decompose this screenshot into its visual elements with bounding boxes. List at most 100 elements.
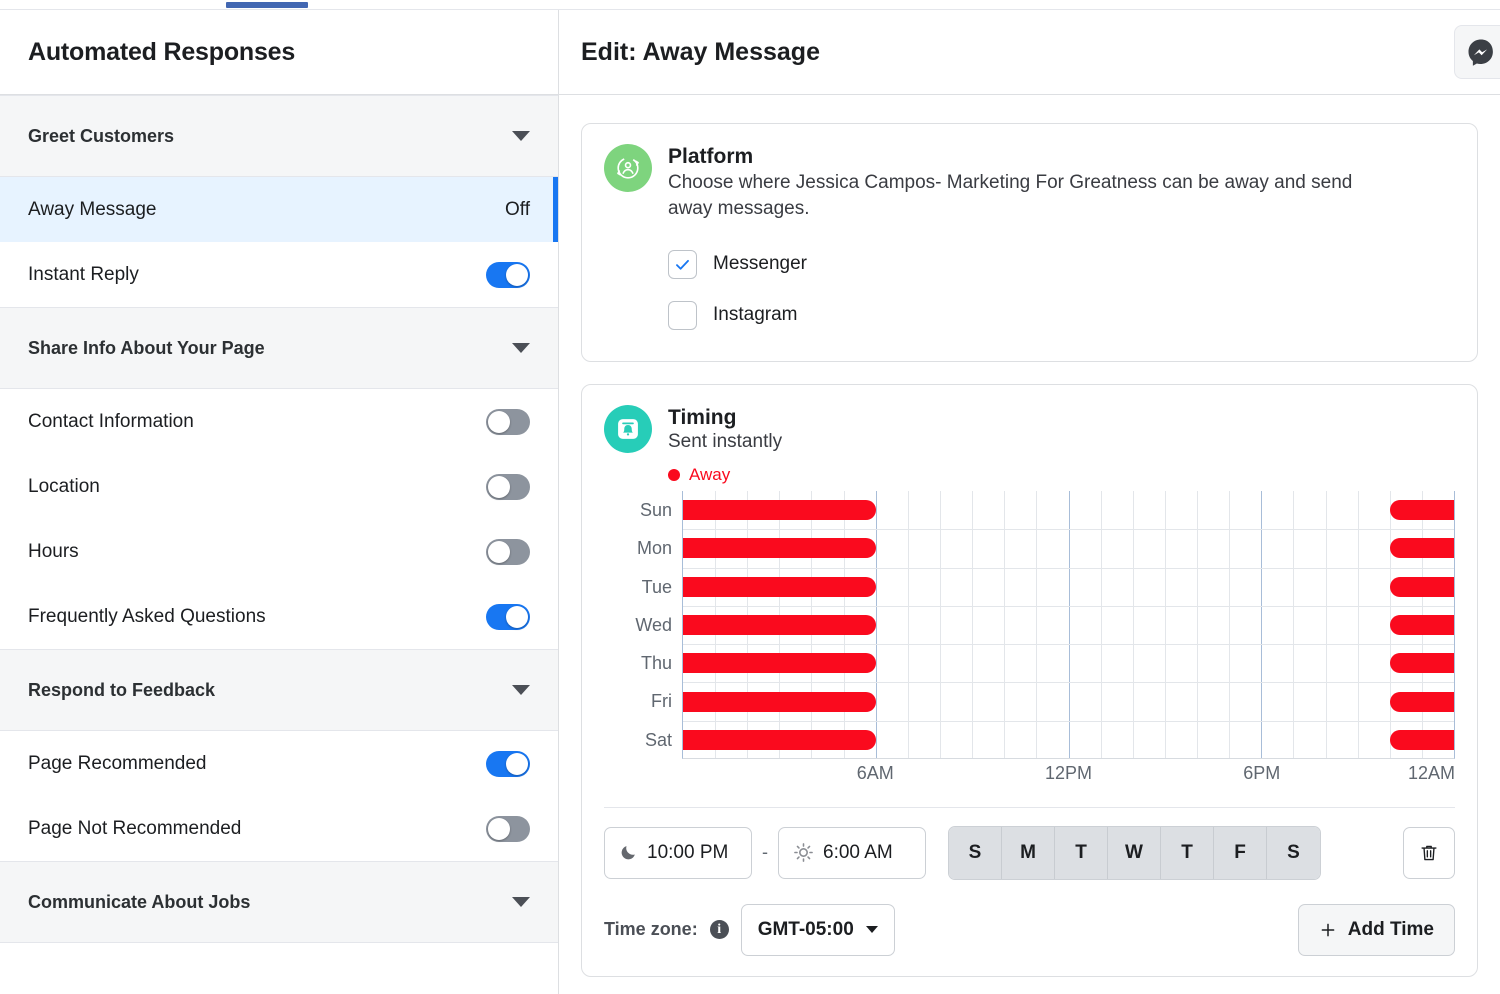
sidebar-item-label: Page Recommended (28, 753, 207, 775)
main-panel: Edit: Away Message (559, 0, 1500, 994)
chart-gridline-vertical (876, 491, 877, 758)
chart-day-label: Fri (614, 692, 672, 710)
sidebar-sections: Greet Customers Away MessageOffInstant Re… (0, 95, 558, 943)
chart-gridline-vertical (1004, 491, 1005, 758)
platform-option-instagram[interactable]: Instagram (668, 290, 1455, 341)
chart-x-tick-label: 6AM (857, 763, 894, 784)
sidebar-item-hours[interactable]: Hours (0, 519, 558, 584)
chart-gridline-vertical (1326, 491, 1327, 758)
sidebar-item-toggle[interactable] (486, 262, 530, 288)
sidebar-item-label: Contact Information (28, 411, 194, 433)
sidebar-item-page-not-recommended[interactable]: Page Not Recommended (0, 796, 558, 861)
chart-bar (683, 577, 876, 597)
chevron-down-icon (512, 685, 530, 695)
sidebar-item-away-message[interactable]: Away MessageOff (0, 177, 558, 242)
chevron-down-icon (512, 343, 530, 353)
day-button-wednesday[interactable]: W (1108, 827, 1161, 879)
toggle-knob (506, 753, 528, 775)
day-button-monday[interactable]: M (1002, 827, 1055, 879)
main-header: Edit: Away Message (559, 10, 1500, 95)
chart-gridline-vertical (940, 491, 941, 758)
trash-icon (1418, 842, 1440, 864)
platform-option-label: Messenger (713, 253, 807, 275)
timezone-value: GMT-05:00 (758, 919, 854, 941)
chart-x-tick-label: 6PM (1243, 763, 1280, 784)
sidebar-item-label: Hours (28, 541, 79, 563)
timezone-select[interactable]: GMT-05:00 (741, 904, 895, 956)
platform-checkbox[interactable] (668, 250, 697, 279)
platform-option-label: Instagram (713, 304, 797, 326)
chart-gridline-vertical (972, 491, 973, 758)
chart-gridline-vertical (1293, 491, 1294, 758)
sidebar-section-header[interactable]: Share Info About Your Page (0, 307, 558, 389)
sidebar-section-title: Respond to Feedback (28, 680, 215, 701)
toggle-knob (488, 818, 510, 840)
info-icon[interactable]: i (710, 920, 729, 939)
chart-gridline-vertical (1197, 491, 1198, 758)
time-range-separator: - (752, 842, 778, 863)
away-schedule-chart: SunMonTueWedThuFriSat 6AM12PM6PM12AM (614, 491, 1455, 791)
chart-gridline-vertical (1036, 491, 1037, 758)
messenger-icon-button[interactable] (1454, 25, 1500, 79)
chart-gridline-vertical (1165, 491, 1166, 758)
delete-time-button[interactable] (1403, 827, 1455, 879)
sidebar-item-status: Off (505, 199, 530, 221)
chart-plot-area (682, 491, 1455, 759)
chart-legend: Away (668, 465, 1455, 485)
chevron-down-icon (866, 926, 878, 933)
chart-gridline-vertical (1358, 491, 1359, 758)
top-tab-strip (0, 0, 1500, 10)
day-button-sunday[interactable]: S (949, 827, 1002, 879)
day-button-thursday[interactable]: T (1161, 827, 1214, 879)
day-button-friday[interactable]: F (1214, 827, 1267, 879)
toggle-knob (506, 264, 528, 286)
end-time-field[interactable]: 6:00 AM (778, 827, 926, 879)
sidebar-item-toggle[interactable] (486, 409, 530, 435)
chart-bar (683, 692, 876, 712)
chart-bar (1390, 538, 1454, 558)
day-button-saturday[interactable]: S (1267, 827, 1320, 879)
sidebar-item-page-recommended[interactable]: Page Recommended (0, 731, 558, 796)
page-title: Automated Responses (28, 38, 295, 67)
chart-gridline-horizontal (683, 606, 1454, 607)
sidebar-item-toggle[interactable] (486, 816, 530, 842)
chart-gridline-horizontal (683, 721, 1454, 722)
end-time-value: 6:00 AM (823, 842, 893, 864)
bell-icon (604, 405, 652, 453)
sidebar-item-label: Frequently Asked Questions (28, 606, 266, 628)
chevron-down-icon (512, 131, 530, 141)
add-time-button[interactable]: Add Time (1298, 904, 1455, 956)
sidebar-section-header[interactable]: Communicate About Jobs (0, 861, 558, 943)
add-time-label: Add Time (1348, 919, 1434, 941)
plus-icon (1319, 921, 1337, 939)
platform-checkbox[interactable] (668, 301, 697, 330)
day-button-tuesday[interactable]: T (1055, 827, 1108, 879)
sidebar-item-toggle[interactable] (486, 751, 530, 777)
sidebar-item-toggle[interactable] (486, 539, 530, 565)
active-tab-indicator[interactable] (226, 2, 308, 8)
sidebar-section-header[interactable]: Greet Customers (0, 95, 558, 177)
sidebar-item-toggle[interactable] (486, 474, 530, 500)
chart-x-tick-label: 12PM (1045, 763, 1092, 784)
sidebar-item-instant-reply[interactable]: Instant Reply (0, 242, 558, 307)
sidebar-item-toggle[interactable] (486, 604, 530, 630)
chart-gridline-horizontal (683, 682, 1454, 683)
sidebar-item-location[interactable]: Location (0, 454, 558, 519)
sidebar-item-frequently-asked-questions[interactable]: Frequently Asked Questions (0, 584, 558, 649)
platform-option-messenger[interactable]: Messenger (668, 239, 1455, 290)
chart-bar (1390, 692, 1454, 712)
sidebar-section-header[interactable]: Respond to Feedback (0, 649, 558, 731)
chart-bar (683, 615, 876, 635)
sidebar-item-contact-information[interactable]: Contact Information (0, 389, 558, 454)
sidebar-section-title: Greet Customers (28, 126, 174, 147)
chart-day-label: Sat (614, 731, 672, 749)
sidebar-section-title: Share Info About Your Page (28, 338, 265, 359)
chart-day-label: Mon (614, 539, 672, 557)
chart-gridline-horizontal (683, 644, 1454, 645)
chart-bar (683, 538, 876, 558)
check-icon (673, 255, 692, 274)
time-controls-row: 10:00 PM - 6:00 AM SMTWTFS (604, 807, 1455, 880)
platform-person-sync-icon (604, 144, 652, 192)
platform-card-header: Platform Choose where Jessica Campos- Ma… (604, 144, 1455, 223)
start-time-field[interactable]: 10:00 PM (604, 827, 752, 879)
